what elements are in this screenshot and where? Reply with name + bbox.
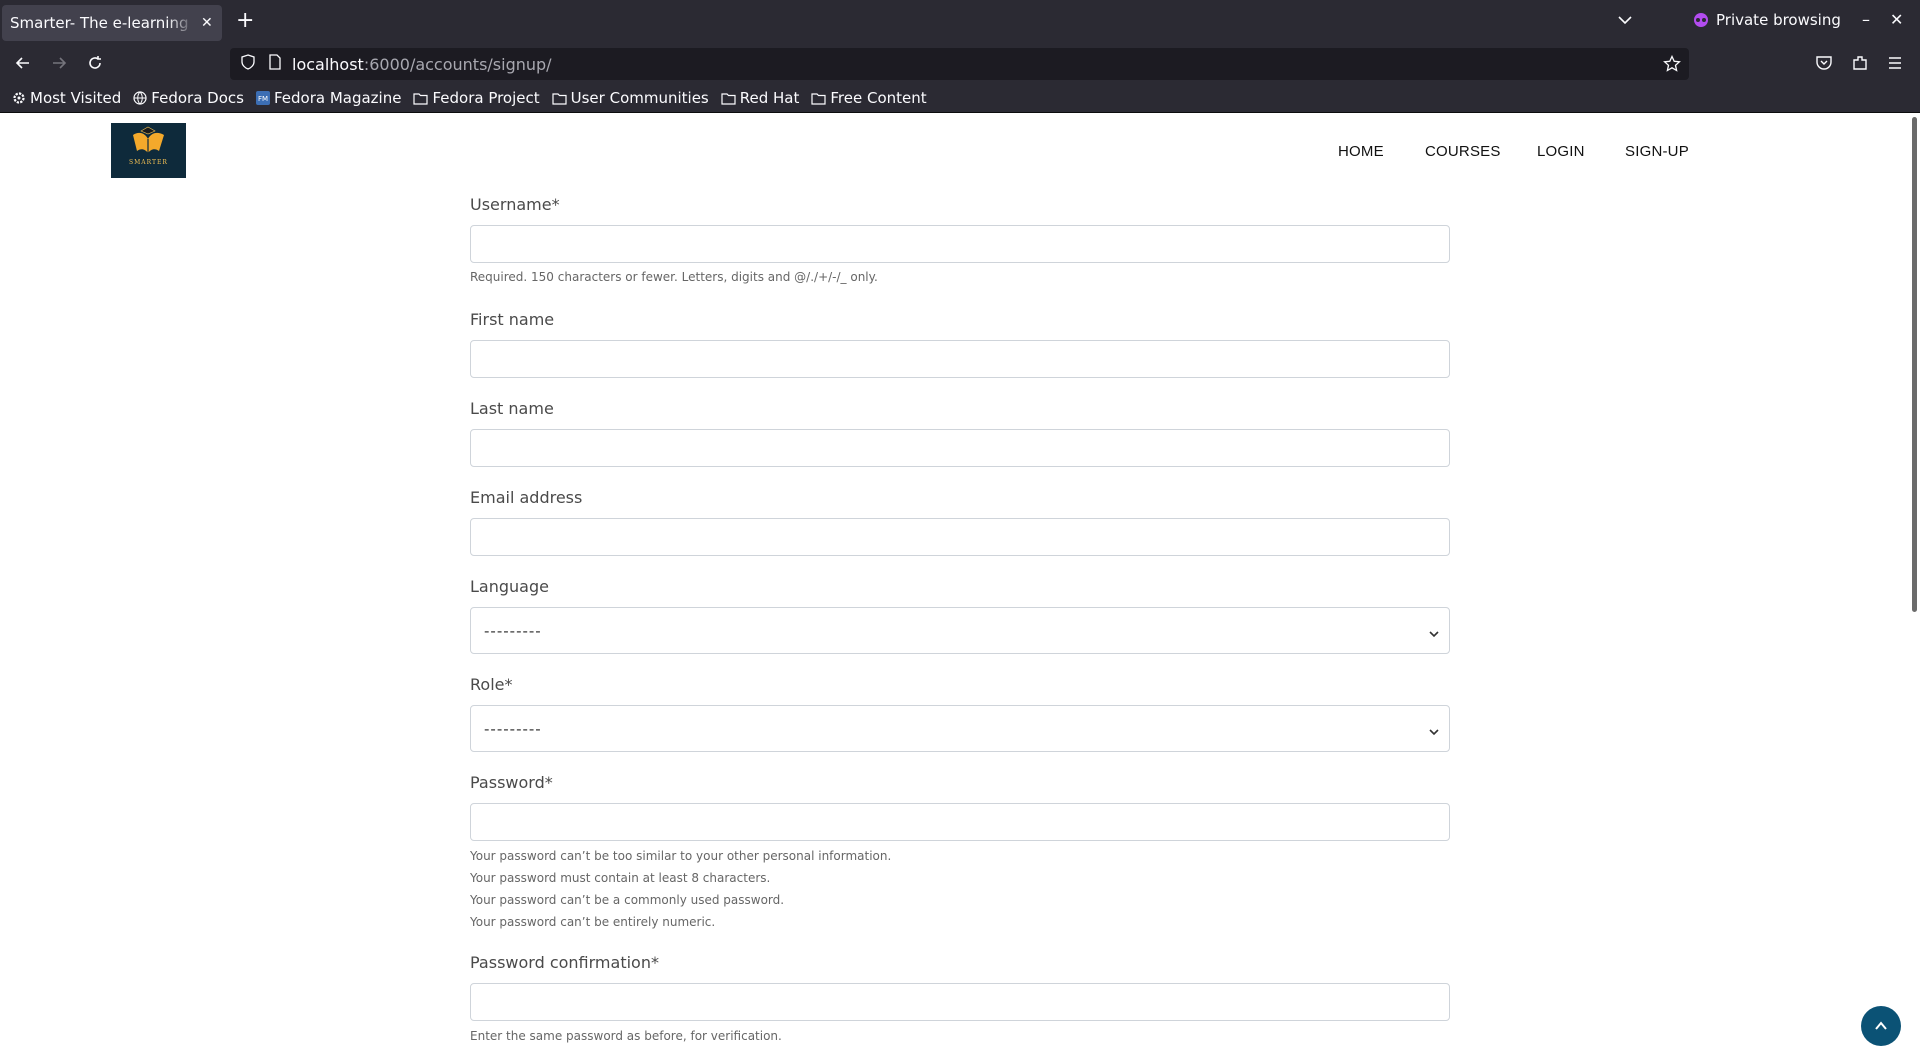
private-browsing-label: Private browsing: [1716, 11, 1841, 29]
tab-title: Smarter- The e-learning: [10, 14, 189, 32]
tab-bar: Smarter- The e-learning ✕ + Private brow…: [0, 0, 1920, 44]
new-tab-button[interactable]: +: [236, 10, 254, 32]
password-label: Password*: [470, 773, 553, 792]
reload-icon[interactable]: [86, 54, 104, 76]
bookmark-label: User Communities: [570, 89, 709, 107]
minimize-icon[interactable]: –: [1862, 10, 1870, 29]
back-to-top-button[interactable]: [1861, 1006, 1901, 1046]
scrollbar-thumb[interactable]: [1912, 117, 1917, 612]
role-selected-value: ---------: [484, 719, 542, 738]
password-confirm-label: Password confirmation*: [470, 953, 659, 972]
bookmark-label: Fedora Project: [432, 89, 540, 107]
open-book-icon: [133, 126, 164, 153]
bookmark-free-content[interactable]: Free Content: [811, 89, 927, 107]
active-tab[interactable]: Smarter- The e-learning ✕: [2, 5, 222, 41]
bookmark-label: Fedora Docs: [151, 89, 244, 107]
password-input[interactable]: [470, 803, 1450, 841]
bookmark-fedora-docs[interactable]: Fedora Docs: [133, 89, 244, 107]
email-input[interactable]: [470, 518, 1450, 556]
back-icon[interactable]: [14, 54, 32, 76]
last-name-input[interactable]: [470, 429, 1450, 467]
svg-text:FM: FM: [258, 95, 268, 103]
password-confirm-help: Enter the same password as before, for v…: [470, 1029, 782, 1043]
bookmark-user-communities[interactable]: User Communities: [552, 89, 709, 107]
bookmark-label: Free Content: [830, 89, 927, 107]
close-window-icon[interactable]: ✕: [1890, 10, 1903, 29]
nav-signup[interactable]: SIGN-UP: [1625, 143, 1689, 160]
nav-login[interactable]: LOGIN: [1537, 143, 1585, 160]
role-select[interactable]: ---------: [470, 705, 1450, 752]
menu-hamburger-icon[interactable]: [1886, 54, 1904, 76]
language-select[interactable]: ---------: [470, 607, 1450, 654]
username-help: Required. 150 characters or fewer. Lette…: [470, 270, 878, 284]
forward-icon[interactable]: [50, 54, 68, 76]
bookmarks-toolbar: Most Visited Fedora Docs FM Fedora Magaz…: [0, 84, 1920, 113]
bookmark-label: Red Hat: [739, 89, 800, 107]
username-input[interactable]: [470, 225, 1450, 263]
page-content: SMARTER HOME COURSES LOGIN SIGN-UP Usern…: [0, 113, 1920, 1056]
nav-courses[interactable]: COURSES: [1425, 143, 1501, 160]
folder-icon: [552, 92, 567, 105]
first-name-label: First name: [470, 310, 555, 329]
folder-icon: [413, 92, 429, 105]
url-bar[interactable]: localhost:6000/accounts/signup/: [230, 48, 1689, 80]
gear-icon: [13, 92, 25, 104]
url-host: localhost: [292, 54, 364, 74]
bookmark-red-hat[interactable]: Red Hat: [721, 89, 800, 107]
bookmark-fedora-project[interactable]: Fedora Project: [413, 89, 540, 107]
private-mask-icon: [1694, 13, 1708, 27]
tab-close-icon[interactable]: ✕: [201, 15, 213, 31]
chevron-down-icon: [1429, 625, 1439, 643]
password-confirm-input[interactable]: [470, 983, 1450, 1021]
folder-icon: [721, 92, 736, 105]
globe-icon: [133, 91, 147, 105]
last-name-label: Last name: [470, 399, 554, 418]
password-help-4: Your password can’t be entirely numeric.: [470, 915, 716, 929]
url-text[interactable]: localhost:6000/accounts/signup/: [292, 55, 552, 74]
bookmark-label: Fedora Magazine: [273, 89, 402, 107]
chevron-down-icon: [1429, 723, 1439, 741]
tracking-shield-icon[interactable]: [240, 54, 256, 74]
password-help-2: Your password must contain at least 8 ch…: [470, 871, 771, 885]
nav-home[interactable]: HOME: [1338, 143, 1384, 160]
password-help-3: Your password can’t be a commonly used p…: [470, 893, 785, 907]
url-path: :6000/accounts/signup/: [363, 54, 552, 74]
first-name-input[interactable]: [470, 340, 1450, 378]
private-browsing-indicator: Private browsing: [1694, 11, 1841, 29]
logo-text: SMARTER: [129, 159, 168, 166]
username-label: Username*: [470, 195, 560, 214]
role-label: Role*: [470, 675, 513, 694]
chevron-up-icon: [1875, 1021, 1887, 1030]
language-selected-value: ---------: [484, 621, 542, 640]
bookmark-fedora-magazine[interactable]: FM Fedora Magazine: [255, 89, 402, 107]
folder-icon: [811, 92, 826, 105]
password-help-1: Your password can’t be too similar to yo…: [470, 849, 892, 863]
language-label: Language: [470, 577, 549, 596]
list-all-tabs-icon[interactable]: [1617, 12, 1633, 32]
site-logo[interactable]: SMARTER: [111, 123, 186, 178]
bookmark-most-visited[interactable]: Most Visited: [12, 89, 121, 107]
navigation-toolbar: localhost:6000/accounts/signup/: [0, 44, 1920, 84]
email-label: Email address: [470, 488, 583, 507]
fm-icon: FM: [255, 91, 270, 105]
bookmark-label: Most Visited: [30, 89, 122, 107]
extensions-icon[interactable]: [1851, 54, 1869, 76]
bookmark-star-icon[interactable]: [1663, 54, 1681, 77]
page-info-icon[interactable]: [268, 54, 282, 74]
pocket-icon[interactable]: [1815, 54, 1833, 76]
